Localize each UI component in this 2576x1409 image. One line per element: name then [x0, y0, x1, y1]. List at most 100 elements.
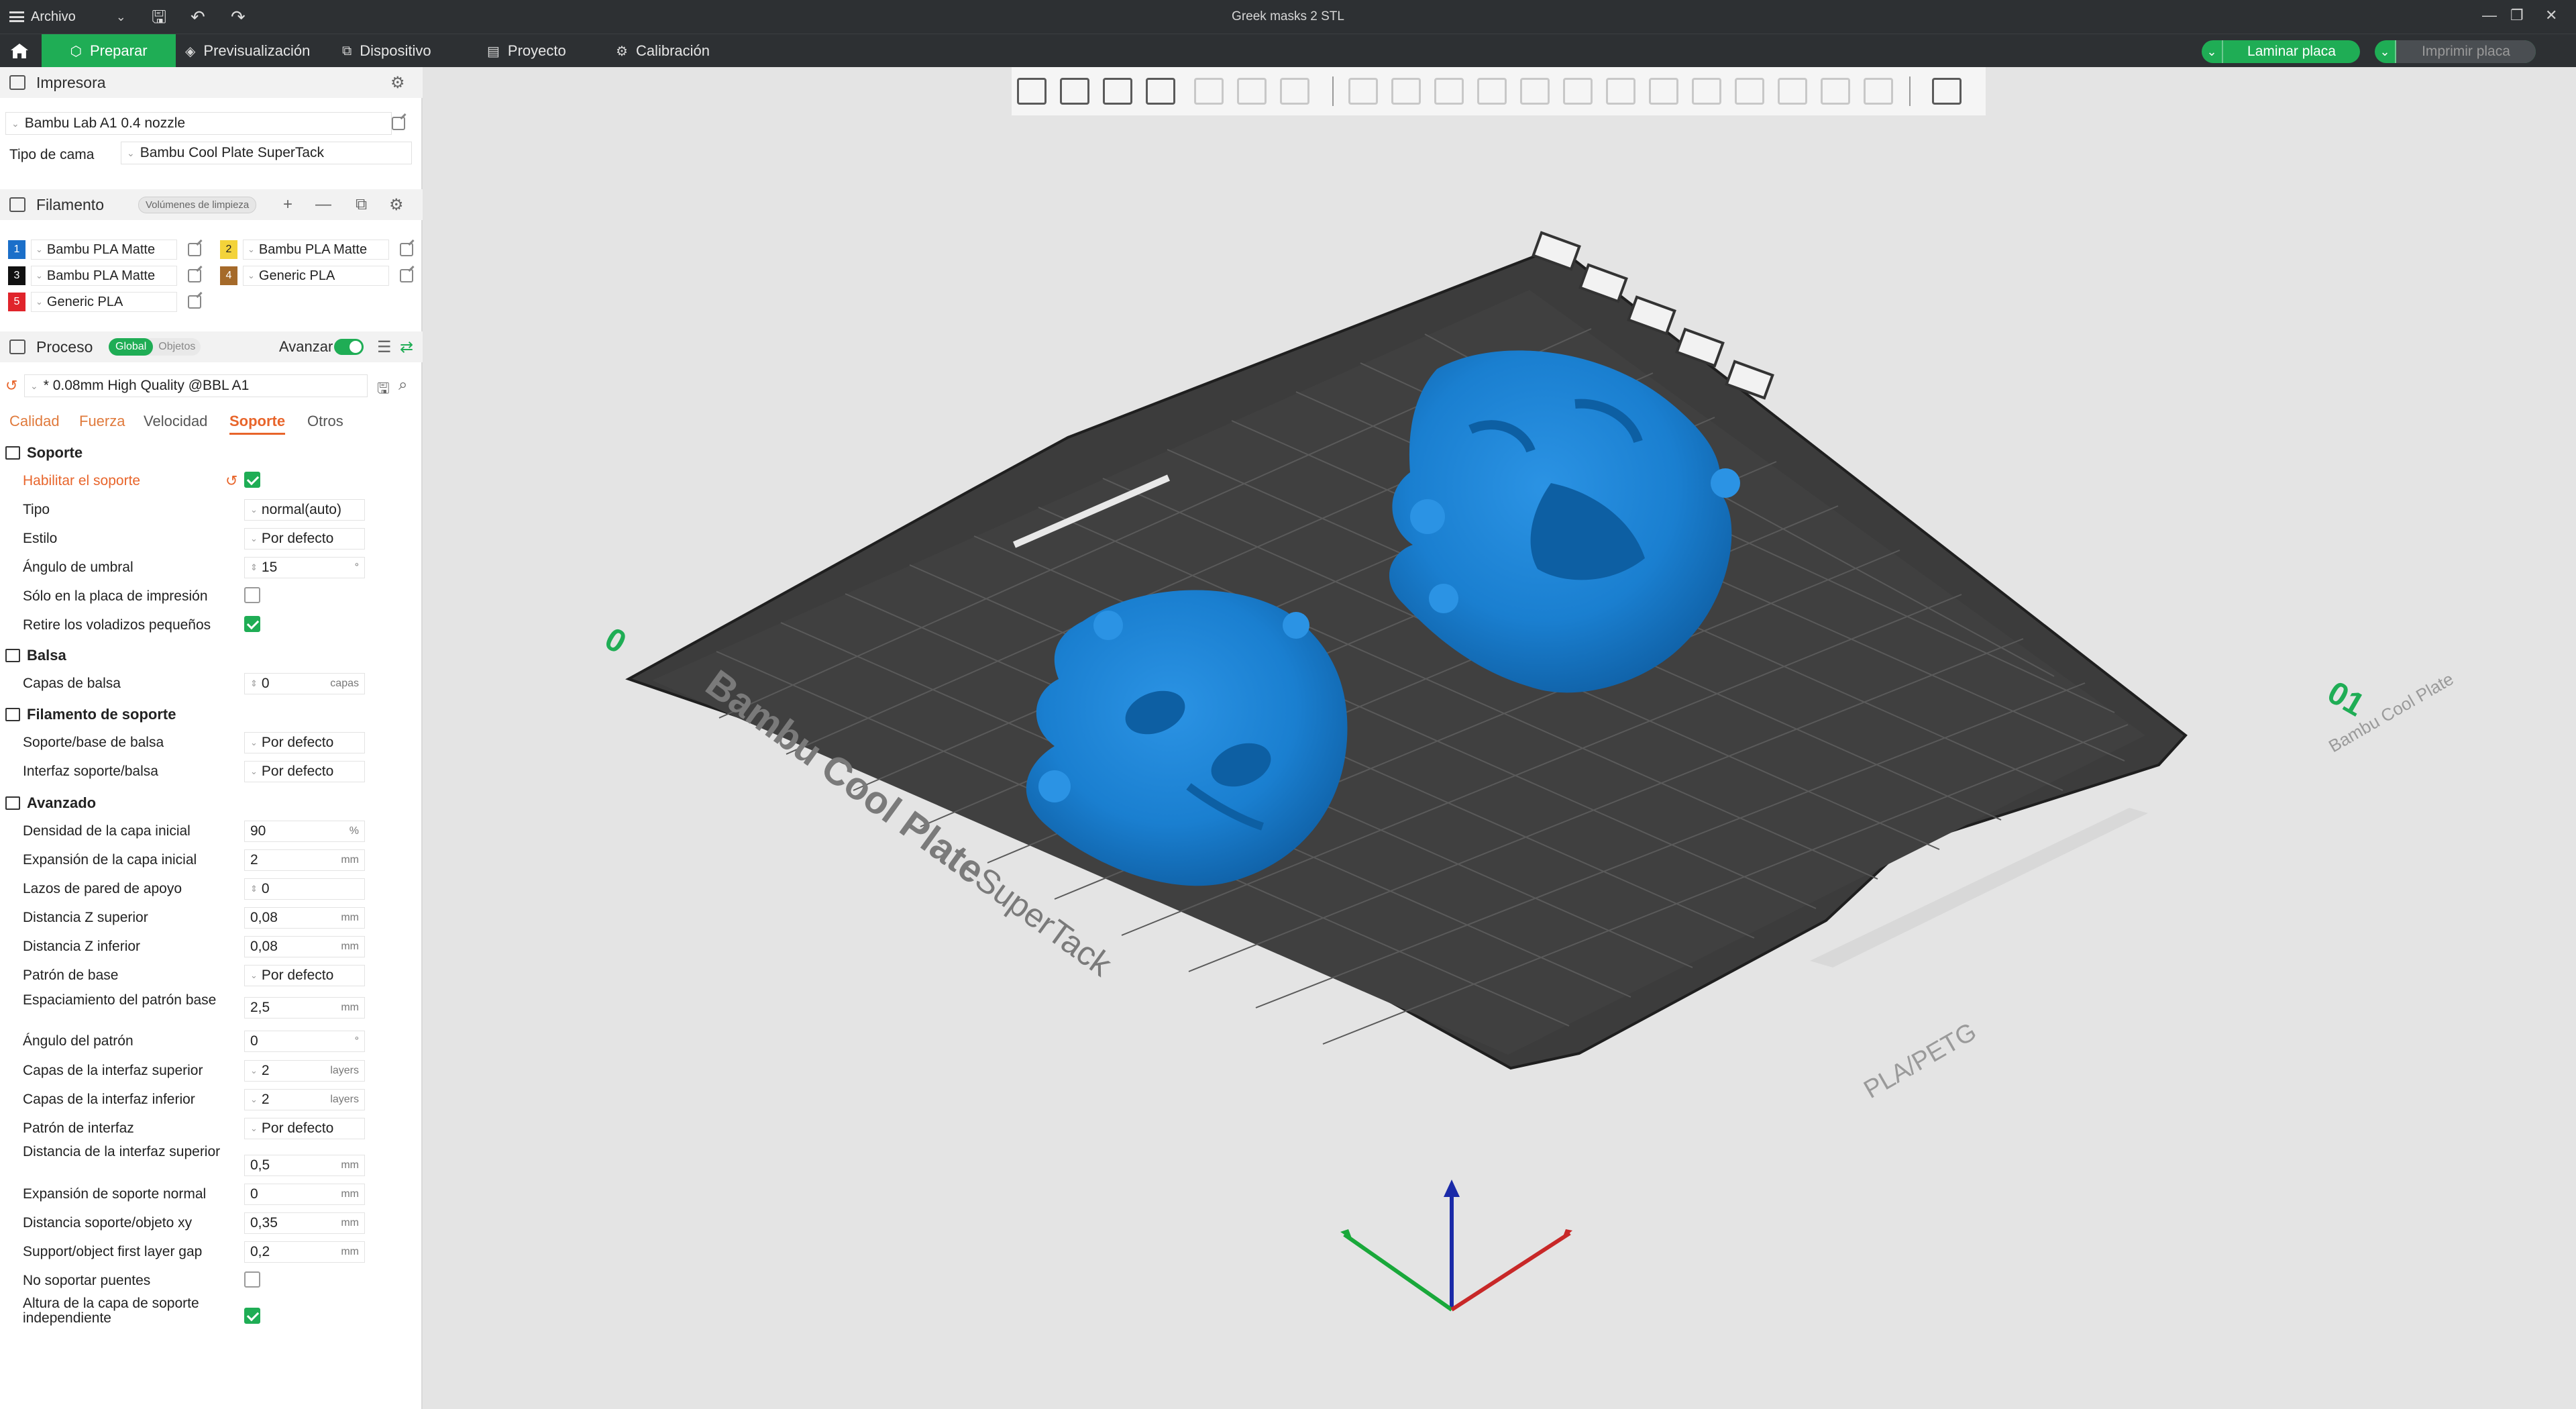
scale-icon[interactable] — [1434, 78, 1464, 105]
support-interface-select[interactable]: ⌄ Por defecto — [244, 761, 365, 782]
setting-input[interactable]: 0,2 mm — [244, 1241, 365, 1263]
3d-viewport[interactable]: Bambu Cool Plate SuperTack PLA/PETG Bamb… — [424, 115, 2576, 1409]
setting-input[interactable]: 90% — [244, 821, 365, 842]
gear-icon[interactable]: ⚙ — [389, 195, 404, 215]
gear-icon[interactable]: ⚙ — [390, 73, 405, 93]
remove-small-overhangs-checkbox[interactable] — [244, 616, 260, 632]
setting-input[interactable]: 0,35 mm — [244, 1212, 365, 1234]
split-parts-icon[interactable] — [1237, 78, 1267, 105]
filament-slot-3[interactable]: 3 ⌄ Bambu PLA Matte — [8, 264, 177, 287]
tab-calibration[interactable]: ⚙ Calibración — [616, 34, 710, 68]
tab-others[interactable]: Otros — [307, 413, 343, 430]
tab-preview[interactable]: ◈ Previsualización — [185, 34, 310, 68]
setting-input[interactable]: ⇕ 0 — [244, 878, 365, 900]
assembly-icon[interactable] — [1821, 78, 1850, 105]
mesh-boolean-icon[interactable] — [1563, 78, 1593, 105]
spinner-icon[interactable]: ⇕ — [250, 884, 258, 893]
setting-input[interactable]: 0,5 mm — [244, 1155, 365, 1176]
setting-input[interactable]: 0 mm — [244, 1184, 365, 1205]
toggle-global[interactable]: Global — [109, 338, 154, 356]
tab-support[interactable]: Soporte — [229, 413, 286, 435]
tab-speed[interactable]: Velocidad — [144, 413, 207, 430]
enable-support-checkbox[interactable] — [244, 472, 260, 488]
setting-select[interactable]: ⌄ Por defecto — [244, 1118, 365, 1139]
lay-on-face-icon[interactable] — [1477, 78, 1507, 105]
printer-select[interactable]: ⌄ Bambu Lab A1 0.4 nozzle — [5, 112, 392, 135]
edit-icon[interactable] — [188, 269, 201, 282]
filament-color-swatch[interactable]: 2 — [220, 240, 237, 259]
remove-icon[interactable]: — — [315, 195, 331, 214]
auto-orient-icon[interactable] — [1103, 78, 1132, 105]
search-icon[interactable]: ⌕ — [398, 376, 407, 395]
threshold-angle-input[interactable]: ⇕ 15 ° — [244, 557, 365, 578]
list-icon[interactable]: ☰ — [377, 337, 392, 357]
flush-volumes-button[interactable]: Volúmenes de limpieza — [138, 196, 257, 213]
greek-mask-tragedy[interactable] — [1026, 590, 1348, 886]
tab-device[interactable]: ⧉ Dispositivo — [342, 34, 431, 68]
rotate-icon[interactable] — [1391, 78, 1421, 105]
filament-color-swatch[interactable]: 3 — [8, 266, 25, 285]
bed-type-select[interactable]: ⌄ Bambu Cool Plate SuperTack — [121, 142, 412, 164]
move-icon[interactable] — [1348, 78, 1378, 105]
process-preset-select[interactable]: ⌄ * 0.08mm High Quality @BBL A1 — [24, 374, 368, 397]
chevron-down-icon[interactable]: ⌄ — [2375, 40, 2396, 63]
filament-slot-4[interactable]: 4 ⌄ Generic PLA — [220, 264, 389, 287]
cut-icon[interactable] — [1520, 78, 1550, 105]
chevron-down-icon[interactable]: ⌄ — [2202, 40, 2223, 63]
reset-icon[interactable]: ↺ — [5, 377, 17, 395]
color-paint-icon[interactable] — [1735, 78, 1764, 105]
advanced-switch[interactable] — [334, 339, 364, 355]
sync-icon[interactable]: ⧉ — [356, 195, 367, 214]
setting-input[interactable]: 2 mm — [244, 849, 365, 871]
compare-icon[interactable]: ⇄ — [400, 337, 413, 357]
slice-plate-button[interactable]: ⌄ Laminar placa — [2202, 40, 2360, 63]
setting-input[interactable]: 2,5 mm — [244, 997, 365, 1019]
view-options-icon[interactable] — [1932, 78, 1962, 105]
text-icon[interactable] — [1692, 78, 1721, 105]
add-object-icon[interactable] — [1017, 78, 1046, 105]
raft-layers-input[interactable]: ⇕ 0 capas — [244, 673, 365, 694]
support-paint-icon[interactable] — [1606, 78, 1635, 105]
print-plate-button[interactable]: ⌄ Imprimir placa — [2375, 40, 2536, 63]
support-type-select[interactable]: ⌄ normal(auto) — [244, 499, 365, 521]
setting-input[interactable]: ⌄ 2 layers — [244, 1089, 365, 1110]
tab-quality[interactable]: Calidad — [9, 413, 60, 430]
setting-input[interactable]: 0 ° — [244, 1031, 365, 1052]
layers-icon[interactable] — [1280, 78, 1309, 105]
support-base-select[interactable]: ⌄ Por defecto — [244, 732, 365, 753]
fit-view-icon[interactable] — [1864, 78, 1893, 105]
setting-input[interactable]: 0,08 mm — [244, 936, 365, 957]
spinner-icon[interactable]: ⇕ — [250, 679, 258, 688]
save-preset-icon[interactable]: 🖫 — [377, 377, 390, 403]
setting-input[interactable]: ⌄ 2 layers — [244, 1060, 365, 1082]
filament-slot-5[interactable]: 5 ⌄ Generic PLA — [8, 291, 177, 313]
reset-icon[interactable]: ↺ — [225, 472, 237, 490]
independent-layer-height-checkbox[interactable] — [244, 1308, 260, 1324]
filament-slot-1[interactable]: 1 ⌄ Bambu PLA Matte — [8, 238, 177, 261]
tab-strength[interactable]: Fuerza — [79, 413, 125, 430]
toggle-objects[interactable]: Objetos — [153, 341, 201, 353]
home-button[interactable] — [0, 34, 39, 68]
edit-icon[interactable] — [400, 243, 413, 256]
tab-project[interactable]: ▤ Proyecto — [487, 34, 566, 68]
filament-color-swatch[interactable]: 1 — [8, 240, 25, 259]
setting-select[interactable]: ⌄ Por defecto — [244, 965, 365, 986]
measure-icon[interactable] — [1778, 78, 1807, 105]
minimize-icon[interactable]: — — [2482, 7, 2497, 24]
tab-prepare[interactable]: ⬡ Preparar — [42, 34, 176, 68]
seam-paint-icon[interactable] — [1649, 78, 1678, 105]
spinner-icon[interactable]: ⇕ — [250, 563, 258, 572]
restore-icon[interactable]: ❐ — [2510, 7, 2524, 24]
close-icon[interactable]: ✕ — [2545, 7, 2557, 24]
edit-icon[interactable] — [188, 243, 201, 256]
add-icon[interactable]: + — [283, 195, 292, 214]
edit-icon[interactable] — [392, 117, 405, 130]
edit-icon[interactable] — [188, 295, 201, 309]
build-plate[interactable] — [625, 250, 2188, 1070]
setting-input[interactable]: 0,08 mm — [244, 907, 365, 929]
support-style-select[interactable]: ⌄ Por defecto — [244, 528, 365, 550]
split-objects-icon[interactable] — [1194, 78, 1224, 105]
edit-icon[interactable] — [400, 269, 413, 282]
filament-slot-2[interactable]: 2 ⌄ Bambu PLA Matte — [220, 238, 389, 261]
build-plate-only-checkbox[interactable] — [244, 587, 260, 603]
